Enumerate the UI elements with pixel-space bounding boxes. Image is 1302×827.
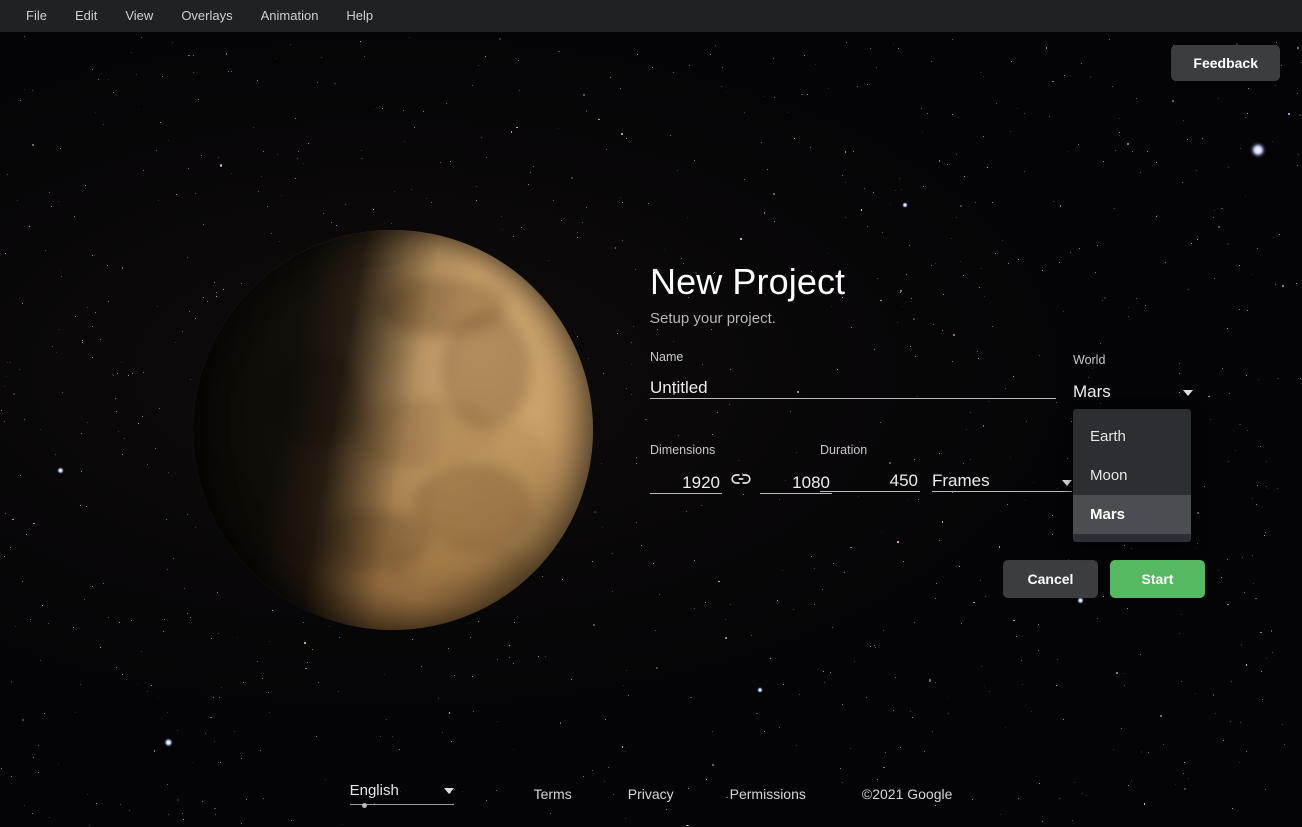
duration-unit-select[interactable]: Frames	[932, 466, 1072, 492]
world-field-group: World Mars	[1073, 353, 1193, 402]
start-button[interactable]: Start	[1110, 560, 1205, 598]
cancel-button[interactable]: Cancel	[1003, 560, 1098, 598]
duration-field-label: Duration	[820, 443, 868, 457]
world-option-mars[interactable]: Mars	[1073, 495, 1191, 534]
duration-input-value: 450	[889, 471, 918, 490]
footer-link-permissions[interactable]: Permissions	[730, 786, 806, 802]
world-option-moon[interactable]: Moon	[1073, 456, 1191, 495]
menu-item-file[interactable]: File	[12, 0, 61, 32]
dialog-actions: Cancel Start	[1003, 560, 1205, 598]
language-select-underline	[349, 802, 454, 808]
mars-limb-shading	[193, 230, 593, 630]
language-select-value: English	[349, 782, 399, 799]
duration-input[interactable]: 450	[820, 466, 920, 492]
language-select[interactable]: English	[349, 782, 454, 808]
world-option-earth[interactable]: Earth	[1073, 417, 1191, 456]
chevron-down-icon	[1183, 390, 1193, 396]
copyright-text: ©2021 Google	[861, 786, 953, 802]
name-input-value: Untitled	[650, 378, 708, 397]
page-title: New Project	[650, 261, 846, 302]
menu-item-animation[interactable]: Animation	[247, 0, 333, 32]
world-dropdown-menu: Earth Moon Mars	[1073, 409, 1191, 542]
duration-field-group: Duration 450 Frames	[820, 443, 1072, 492]
world-select-value: Mars	[1073, 382, 1111, 401]
menu-item-help[interactable]: Help	[332, 0, 387, 32]
width-input-value: 1920	[682, 473, 720, 492]
link-icon[interactable]	[722, 466, 760, 492]
dimensions-field-group: Dimensions 1920 1080	[650, 443, 832, 494]
width-input[interactable]: 1920	[650, 468, 722, 494]
footer: English Terms Privacy Permissions ©2021 …	[0, 782, 1302, 808]
menu-item-view[interactable]: View	[111, 0, 167, 32]
world-field-label: World	[1073, 353, 1106, 367]
menu-item-edit[interactable]: Edit	[61, 0, 111, 32]
menu-bar: File Edit View Overlays Animation Help	[0, 0, 1302, 32]
page-subtitle: Setup your project.	[650, 310, 776, 327]
footer-link-terms[interactable]: Terms	[534, 786, 572, 802]
mars-planet	[193, 230, 593, 630]
chevron-down-icon	[443, 787, 454, 794]
language-select-knob	[361, 802, 367, 808]
app-window: File Edit View Overlays Animation Help F…	[0, 0, 1302, 827]
name-field-label: Name	[650, 350, 684, 364]
world-select[interactable]: Mars	[1073, 376, 1193, 402]
chevron-down-icon	[1062, 480, 1072, 486]
new-project-dialog: New Project Setup your project. Name Unt…	[650, 260, 1210, 598]
menu-item-overlays[interactable]: Overlays	[167, 0, 246, 32]
dimensions-field-label: Dimensions	[650, 443, 716, 457]
feedback-button[interactable]: Feedback	[1171, 45, 1280, 81]
name-field-group: Name Untitled	[650, 350, 1056, 399]
name-input[interactable]: Untitled	[650, 373, 1056, 399]
duration-unit-value: Frames	[932, 471, 990, 490]
footer-link-privacy[interactable]: Privacy	[628, 786, 674, 802]
